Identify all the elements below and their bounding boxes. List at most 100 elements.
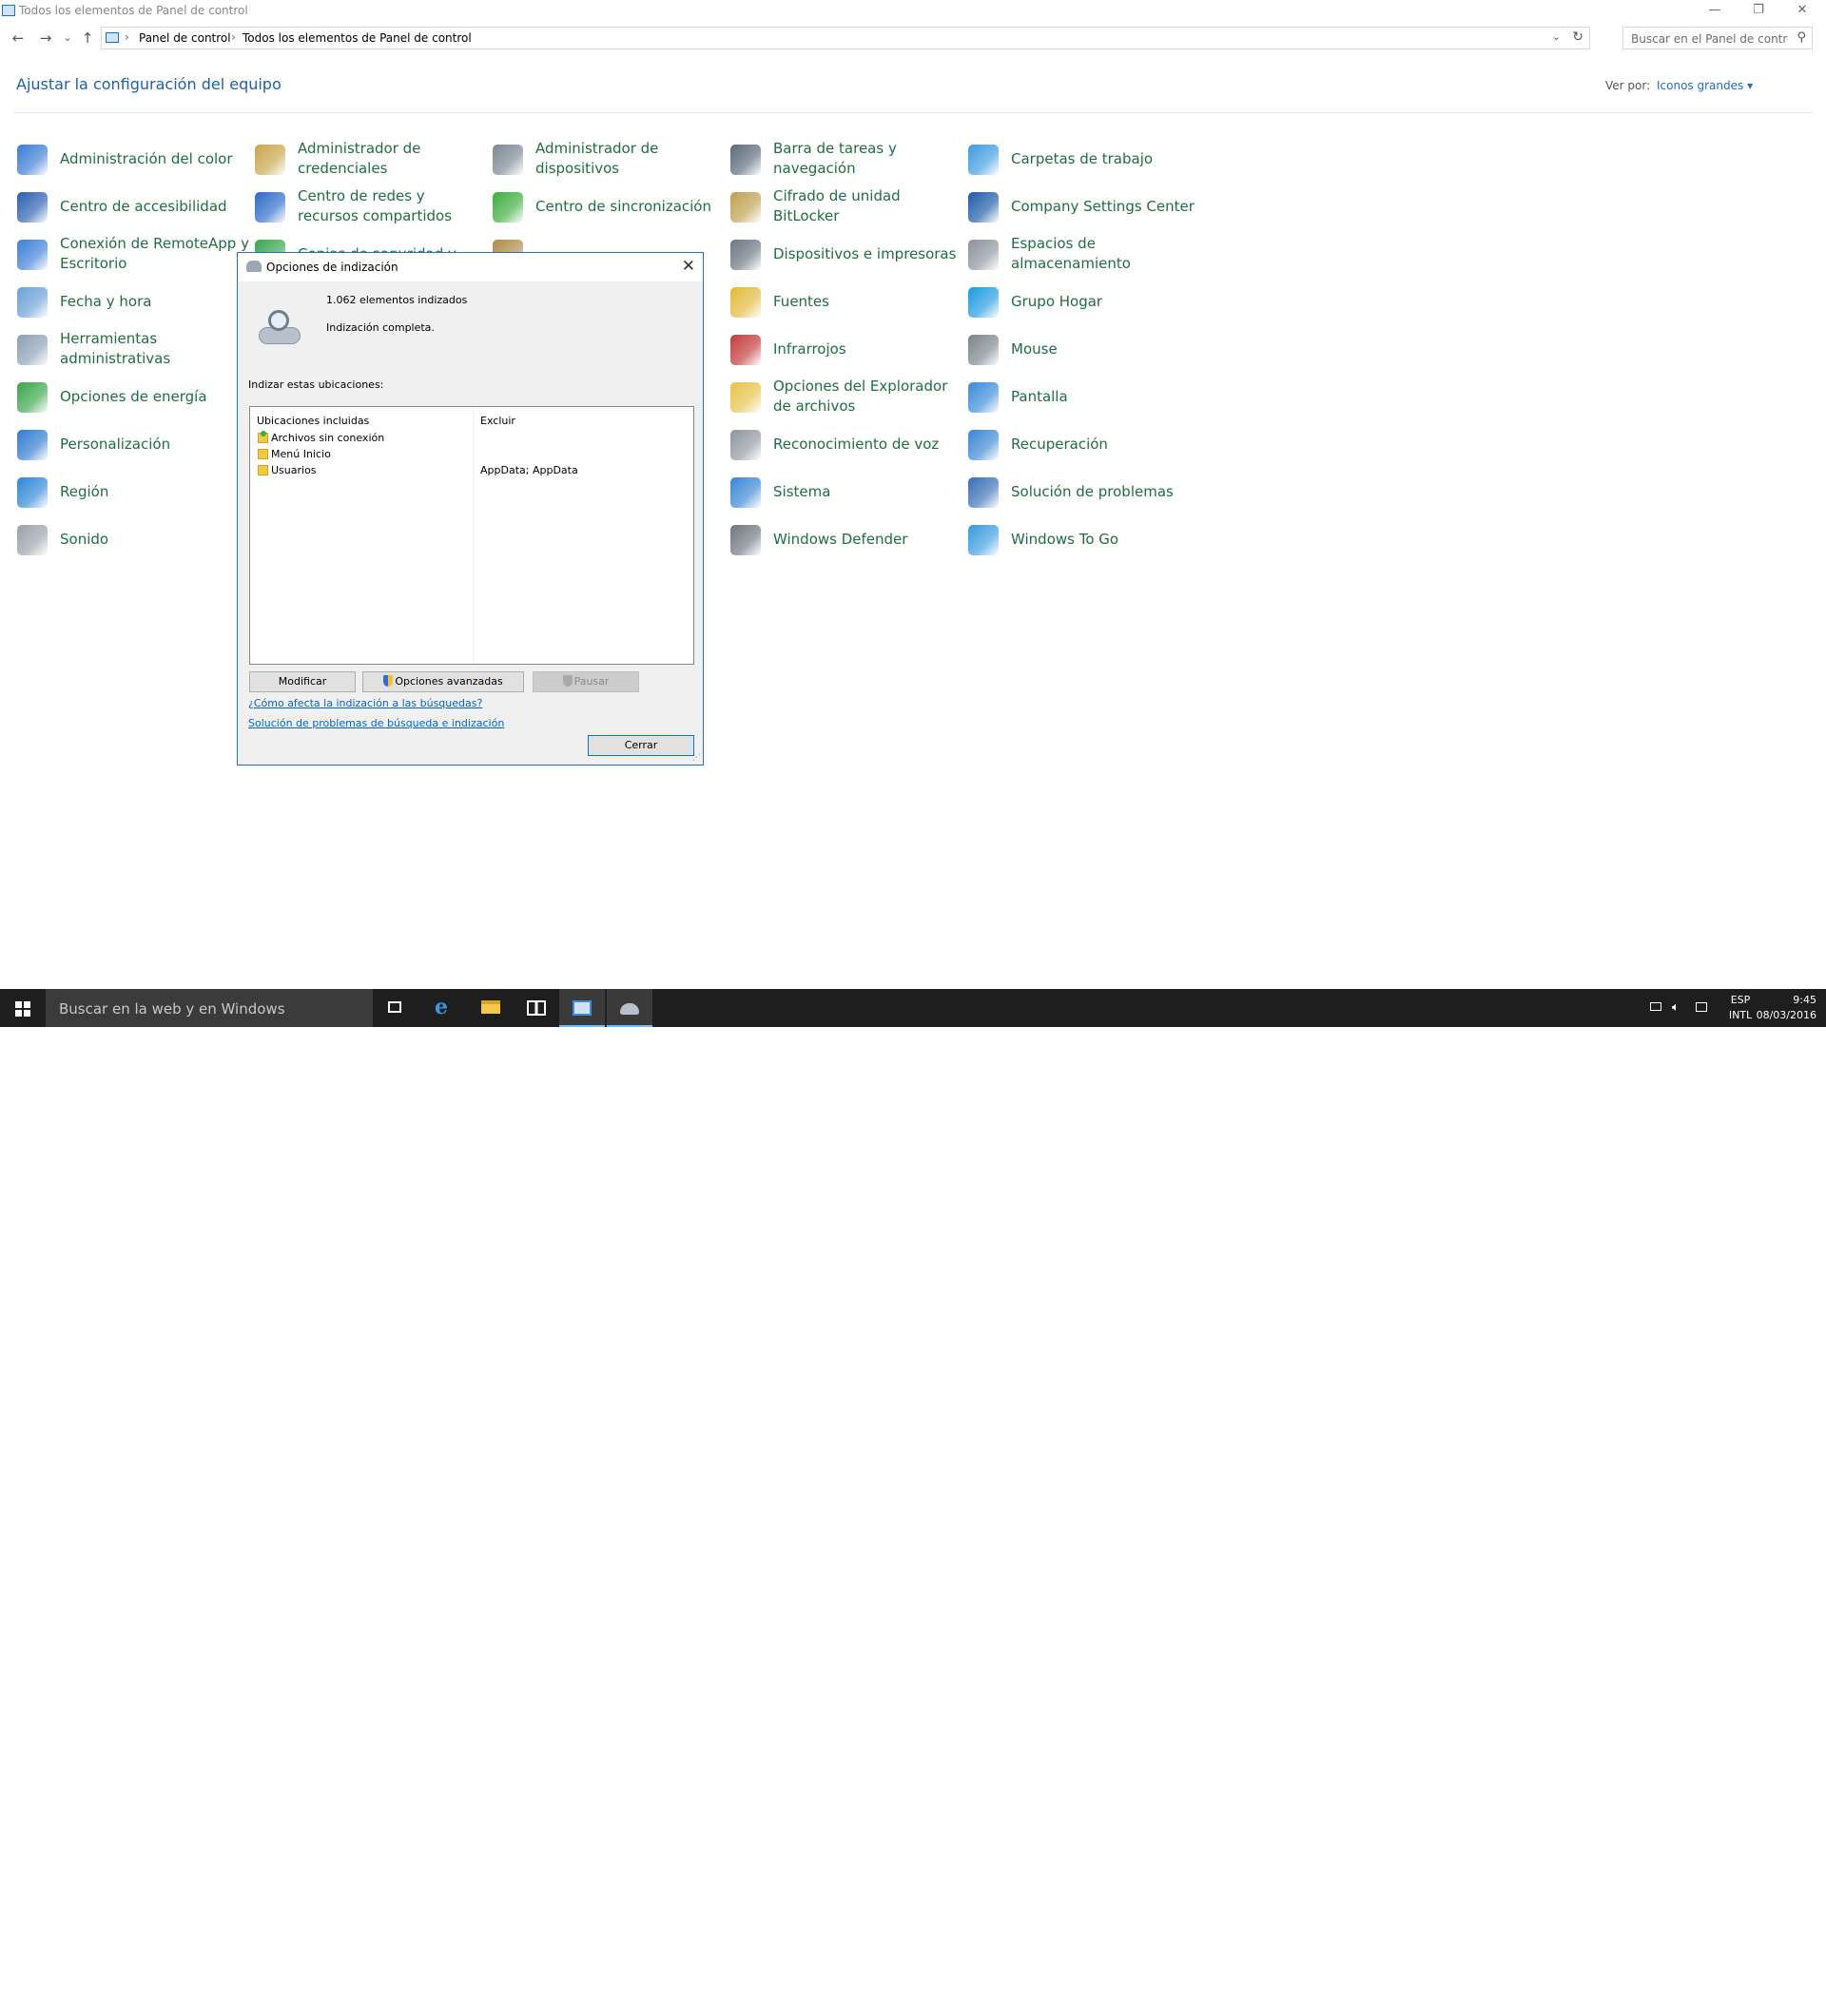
cp-item-label: Región: [60, 482, 109, 500]
modify-button[interactable]: Modificar: [249, 671, 356, 692]
cp-item-remoteapp[interactable]: Conexión de RemoteApp y Escritorio: [17, 232, 249, 276]
control-panel-icon: [106, 32, 119, 43]
cp-item-admin-tools[interactable]: Herramientas administrativas: [17, 327, 245, 371]
address-bar[interactable]: › Panel de control › Todos los elementos…: [101, 27, 1590, 49]
windows-logo-icon: [15, 1001, 30, 1017]
cp-item-defender[interactable]: Windows Defender: [730, 517, 959, 561]
dialog-close-button[interactable]: ✕: [682, 257, 695, 276]
cp-item-bitlocker[interactable]: Cifrado de unidad BitLocker: [730, 184, 959, 228]
locations-label: Indizar estas ubicaciones:: [248, 378, 384, 391]
table-row[interactable]: Menú Inicio: [258, 447, 467, 462]
cp-item-sound[interactable]: Sonido: [17, 517, 245, 561]
cp-item-devices-printers[interactable]: Dispositivos e impresoras: [730, 232, 959, 276]
search-box[interactable]: ⚲: [1622, 27, 1813, 49]
cp-item-label: Centro de accesibilidad: [60, 197, 227, 215]
cp-item-label: Personalización: [60, 435, 171, 453]
locations-table[interactable]: Ubicaciones incluidas Excluir Archivos s…: [249, 406, 694, 665]
table-row[interactable]: Archivos sin conexión: [258, 431, 467, 446]
action-center-icon[interactable]: [1693, 989, 1712, 1027]
back-button[interactable]: ←: [9, 29, 28, 48]
cp-item-label: Sonido: [60, 530, 109, 548]
address-dropdown-icon[interactable]: ⌄: [1552, 30, 1561, 43]
exclude-value: AppData; AppData: [480, 464, 578, 476]
cp-item-network-center[interactable]: Centro de redes y recursos compartidos: [255, 184, 483, 228]
troubleshooting-icon: [968, 477, 999, 508]
region-icon: [17, 477, 48, 508]
search-icon[interactable]: ⚲: [1797, 30, 1806, 45]
cp-item-system[interactable]: Sistema: [730, 470, 959, 514]
close-button[interactable]: ✕: [1780, 0, 1824, 23]
network-icon[interactable]: [1647, 989, 1666, 1027]
up-button[interactable]: ↑: [78, 29, 97, 48]
cp-item-taskbar[interactable]: Barra de tareas y navegación: [730, 137, 959, 181]
pause-button[interactable]: Pausar: [533, 671, 639, 692]
close-dialog-button[interactable]: Cerrar: [588, 735, 694, 756]
cp-item-label: Mouse: [1011, 339, 1058, 358]
cp-item-region[interactable]: Región: [17, 470, 245, 514]
sync-center-icon: [493, 192, 523, 223]
how-indexing-affects-link[interactable]: ¿Cómo afecta la indización a las búsqued…: [248, 697, 482, 709]
cp-item-explorer-options[interactable]: Opciones del Explorador de archivos: [730, 375, 959, 418]
cp-item-windows-to-go[interactable]: Windows To Go: [968, 517, 1196, 561]
search-input[interactable]: [1629, 29, 1790, 49]
restore-button[interactable]: ❐: [1737, 0, 1780, 23]
taskbar-search[interactable]: [46, 989, 373, 1027]
cp-item-device-manager[interactable]: Administrador de dispositivos: [493, 137, 721, 181]
store-icon[interactable]: [514, 989, 559, 1027]
taskbar-search-input[interactable]: [57, 998, 365, 1019]
indexing-options-taskbar-icon[interactable]: [607, 989, 652, 1027]
task-view-icon[interactable]: [373, 989, 418, 1027]
cp-item-power-options[interactable]: Opciones de energía: [17, 375, 245, 418]
speech-icon: [730, 430, 761, 460]
refresh-icon[interactable]: ↻: [1572, 29, 1583, 45]
cp-item-label: Conexión de RemoteApp y Escritorio: [60, 235, 249, 272]
cp-item-recovery[interactable]: Recuperación: [968, 422, 1196, 466]
minimize-button[interactable]: —: [1693, 0, 1737, 23]
cp-item-label: Espacios de almacenamiento: [1011, 235, 1131, 272]
cp-item-company-settings[interactable]: Company Settings Center: [968, 184, 1196, 228]
volume-icon[interactable]: 🔈︎: [1670, 989, 1689, 1027]
cp-item-personalization[interactable]: Personalización: [17, 422, 245, 466]
breadcrumb-separator: ›: [231, 30, 236, 44]
cp-item-work-folders[interactable]: Carpetas de trabajo: [968, 137, 1196, 181]
table-row[interactable]: Usuarios: [258, 463, 467, 478]
cp-item-label: Reconocimiento de voz: [773, 435, 940, 453]
window-title: Todos los elementos de Panel de control: [19, 4, 248, 17]
column-header-included[interactable]: Ubicaciones incluidas: [257, 415, 369, 427]
view-by-dropdown[interactable]: Iconos grandes ▾: [1657, 79, 1753, 92]
resize-grip-icon[interactable]: ⋰: [692, 753, 701, 763]
cp-item-speech[interactable]: Reconocimiento de voz: [730, 422, 959, 466]
cp-item-troubleshooting[interactable]: Solución de problemas: [968, 470, 1196, 514]
breadcrumb-all-items[interactable]: Todos los elementos de Panel de control: [243, 31, 472, 45]
file-explorer-icon[interactable]: [468, 989, 514, 1027]
folder-icon: [258, 449, 268, 459]
bitlocker-icon: [730, 192, 761, 223]
cp-item-display[interactable]: Pantalla: [968, 375, 1196, 418]
advanced-options-button[interactable]: Opciones avanzadas: [362, 671, 524, 692]
cp-item-date-time[interactable]: Fecha y hora: [17, 280, 245, 323]
watermark: The Collection Book: [1588, 1978, 1813, 2016]
cp-item-label: Administrador de credenciales: [298, 140, 421, 177]
edge-icon[interactable]: e: [421, 989, 467, 1027]
cp-item-label: Recuperación: [1011, 435, 1108, 453]
cp-item-homegroup[interactable]: Grupo Hogar: [968, 280, 1196, 323]
cp-item-accessibility[interactable]: Centro de accesibilidad: [17, 184, 245, 228]
recent-locations-button[interactable]: ⌄: [58, 29, 77, 48]
cp-item-fonts[interactable]: Fuentes: [730, 280, 959, 323]
cp-item-label: Company Settings Center: [1011, 197, 1195, 215]
cp-item-storage-spaces[interactable]: Espacios de almacenamiento: [968, 232, 1196, 276]
fonts-icon: [730, 287, 761, 318]
clock[interactable]: 9:45 08/03/2016: [1750, 989, 1816, 1027]
troubleshoot-indexing-link[interactable]: Solución de problemas de búsqueda e indi…: [248, 717, 504, 729]
cp-item-infrared[interactable]: Infrarrojos: [730, 327, 959, 371]
control-panel-taskbar-icon[interactable]: [559, 989, 605, 1027]
cp-item-sync-center[interactable]: Centro de sincronización: [493, 184, 721, 228]
cp-item-color-management[interactable]: Administración del color: [17, 137, 245, 181]
breadcrumb-control-panel[interactable]: Panel de control: [139, 31, 231, 45]
cp-item-mouse[interactable]: Mouse: [968, 327, 1196, 371]
column-header-exclude[interactable]: Excluir: [480, 415, 515, 427]
forward-button[interactable]: →: [36, 29, 55, 48]
start-button[interactable]: [0, 989, 46, 1027]
sound-icon: [17, 525, 48, 555]
cp-item-credential-manager[interactable]: Administrador de credenciales: [255, 137, 483, 181]
